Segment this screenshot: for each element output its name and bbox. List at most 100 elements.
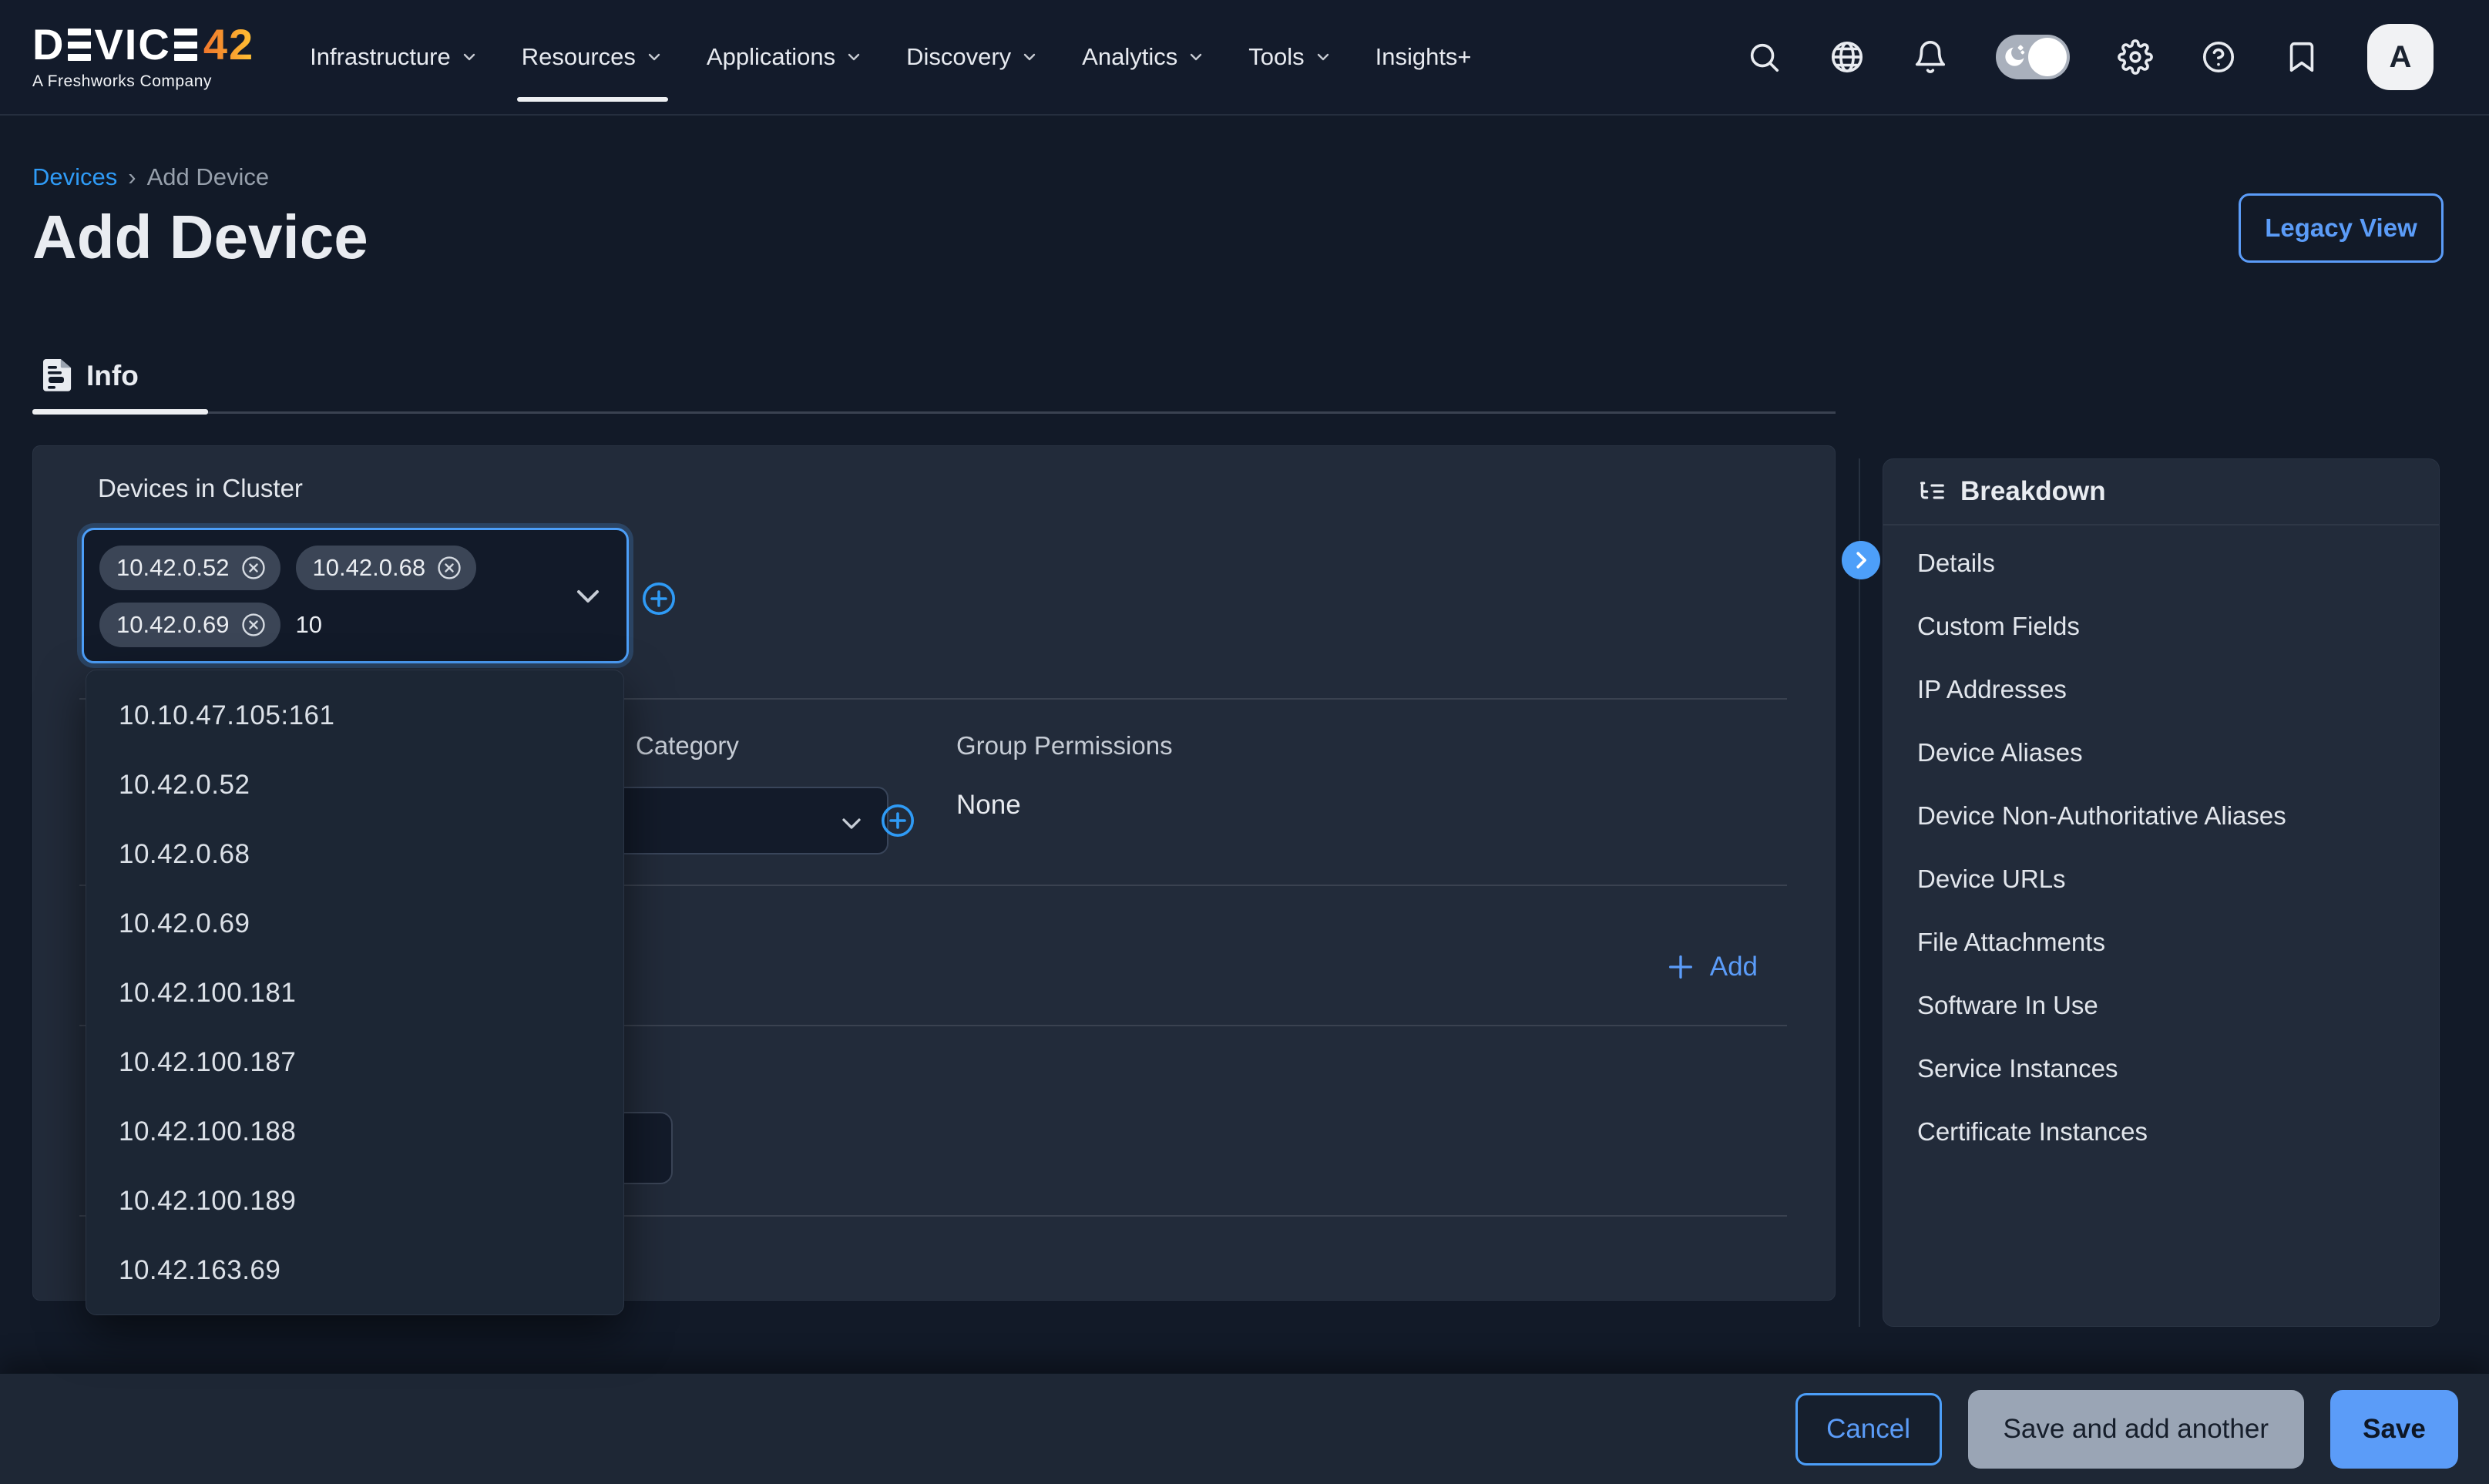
bookmark-icon[interactable] xyxy=(2284,39,2319,75)
cluster-chip: 10.42.0.68 xyxy=(296,546,477,590)
dropdown-option-label: 10.10.47.105:161 xyxy=(119,700,334,731)
breakdown-item[interactable]: File Attachments xyxy=(1883,911,2439,974)
dropdown-option-label: 10.42.0.52 xyxy=(119,770,250,801)
breakdown-list: Details Custom Fields IP Addresses Devic… xyxy=(1883,525,2439,1170)
tab-row-divider xyxy=(32,411,1836,414)
nav-item[interactable]: Applications xyxy=(685,0,885,114)
chevron-down-icon xyxy=(1314,48,1332,66)
add-category-plus-icon[interactable] xyxy=(879,802,916,839)
dropdown-option[interactable]: 10.42.100.181 xyxy=(86,959,623,1028)
dropdown-option[interactable]: 10.42.163.69 xyxy=(86,1236,623,1305)
nav-item-label: Discovery xyxy=(906,43,1011,71)
cluster-chip: 10.42.0.69 xyxy=(99,603,280,647)
nav-item-label: Tools xyxy=(1248,43,1304,71)
nav-item[interactable]: Analytics xyxy=(1060,0,1227,114)
cluster-typed-value[interactable]: 10 xyxy=(296,611,322,639)
dropdown-option[interactable]: 10.42.100.189 xyxy=(86,1167,623,1236)
form-action-bar: Cancel Save and add another Save xyxy=(0,1373,2489,1484)
dropdown-option[interactable]: 10.42.0.69 xyxy=(86,889,623,959)
user-avatar[interactable]: A xyxy=(2367,24,2434,90)
dropdown-option-label: 10.42.100.181 xyxy=(119,978,296,1009)
breakdown-item-label: Service Instances xyxy=(1917,1054,2118,1083)
breakdown-item[interactable]: Details xyxy=(1883,532,2439,595)
add-row-button[interactable]: Add xyxy=(1665,952,1758,982)
top-navigation-bar: DVIC42 A Freshworks Company Infrastructu… xyxy=(0,0,2489,116)
breadcrumb: Devices › Add Device xyxy=(32,163,269,191)
breakdown-item[interactable]: Service Instances xyxy=(1883,1037,2439,1100)
devices-in-cluster-multiselect[interactable]: 10.42.0.52 10.42.0.68 10.42.0.69 xyxy=(82,528,629,663)
dropdown-option-label: 10.42.163.69 xyxy=(119,1255,280,1286)
nav-item[interactable]: Insights+ xyxy=(1354,0,1493,114)
breakdown-title: Breakdown xyxy=(1960,476,2106,507)
cluster-chip-label: 10.42.0.69 xyxy=(116,611,230,639)
multiselect-chevron-down-icon[interactable] xyxy=(569,578,606,615)
list-tree-icon xyxy=(1917,477,1947,506)
logo-subtitle: A Freshworks Company xyxy=(32,72,254,91)
save-button[interactable]: Save xyxy=(2330,1390,2458,1469)
page-title: Add Device xyxy=(32,202,368,273)
add-cluster-device-plus-icon[interactable] xyxy=(640,580,677,617)
dropdown-option-label: 10.42.0.69 xyxy=(119,908,250,939)
chip-remove-icon[interactable] xyxy=(240,555,267,581)
cluster-options-dropdown: 10.10.47.105:161 10.42.0.52 10.42.0.68 1… xyxy=(86,670,624,1315)
breakdown-item[interactable]: Device Aliases xyxy=(1883,721,2439,784)
chip-remove-icon[interactable] xyxy=(436,555,462,581)
logo-e-glyph xyxy=(174,29,197,61)
breakdown-item[interactable]: Software In Use xyxy=(1883,974,2439,1037)
breakdown-item[interactable]: Certificate Instances xyxy=(1883,1100,2439,1163)
help-icon[interactable] xyxy=(2201,39,2236,75)
legacy-view-button[interactable]: Legacy View xyxy=(2239,193,2444,263)
breakdown-item-label: Device Aliases xyxy=(1917,738,2083,767)
logo-e-glyph xyxy=(68,29,91,61)
theme-toggle[interactable] xyxy=(1996,35,2070,79)
globe-icon[interactable] xyxy=(1829,39,1865,75)
chevron-down-icon xyxy=(1020,48,1039,66)
notifications-bell-icon[interactable] xyxy=(1913,39,1948,75)
cancel-button[interactable]: Cancel xyxy=(1795,1393,1942,1466)
plus-icon xyxy=(1665,952,1696,982)
chip-remove-icon[interactable] xyxy=(240,612,267,638)
cluster-chip-rows: 10.42.0.52 10.42.0.68 10.42.0.69 xyxy=(99,546,573,647)
add-row-label: Add xyxy=(1710,952,1758,982)
topbar-actions: A xyxy=(1746,24,2434,90)
tab-info[interactable]: Info xyxy=(32,339,162,413)
settings-gear-icon[interactable] xyxy=(2118,39,2153,75)
dropdown-option[interactable]: 10.42.0.68 xyxy=(86,820,623,889)
breakdown-item-label: Custom Fields xyxy=(1917,612,2080,641)
breakdown-item[interactable]: IP Addresses xyxy=(1883,658,2439,721)
category-label: Category xyxy=(636,731,739,760)
breakdown-item-label: Certificate Instances xyxy=(1917,1117,2148,1147)
nav-item[interactable]: Tools xyxy=(1227,0,1353,114)
breadcrumb-separator: › xyxy=(128,163,136,191)
breakdown-item-label: Details xyxy=(1917,549,1995,578)
breakdown-item[interactable]: Custom Fields xyxy=(1883,595,2439,658)
dropdown-option-label: 10.42.0.68 xyxy=(119,839,250,870)
nav-item[interactable]: Resources xyxy=(500,0,685,114)
breadcrumb-current: Add Device xyxy=(147,163,270,191)
dropdown-option[interactable]: 10.10.47.105:161 xyxy=(86,681,623,750)
panel-split-line xyxy=(1859,458,1860,1327)
moon-icon xyxy=(2002,43,2028,69)
chevron-right-icon xyxy=(1849,549,1873,572)
group-permissions-label: Group Permissions xyxy=(956,731,1173,760)
breakdown-item[interactable]: Device Non-Authoritative Aliases xyxy=(1883,784,2439,848)
cluster-chip-label: 10.42.0.68 xyxy=(313,554,426,582)
search-icon[interactable] xyxy=(1746,39,1782,75)
breakdown-item-label: Device URLs xyxy=(1917,865,2066,894)
dropdown-option[interactable]: 10.42.100.187 xyxy=(86,1028,623,1097)
device42-logo[interactable]: DVIC42 A Freshworks Company xyxy=(32,23,254,91)
dropdown-option[interactable]: 10.42.0.52 xyxy=(86,750,623,820)
tab-active-underline xyxy=(32,409,208,415)
chevron-down-icon xyxy=(645,48,663,66)
nav-item[interactable]: Infrastructure xyxy=(288,0,500,114)
nav-item[interactable]: Discovery xyxy=(885,0,1060,114)
breakdown-panel: Breakdown Details Custom Fields IP Addre… xyxy=(1883,458,2440,1327)
dropdown-option[interactable]: 10.42.100.188 xyxy=(86,1097,623,1167)
breakdown-item[interactable]: Device URLs xyxy=(1883,848,2439,911)
breadcrumb-devices-link[interactable]: Devices xyxy=(32,163,117,191)
save-and-add-another-button[interactable]: Save and add another xyxy=(1968,1390,2304,1469)
collapse-sidebar-button[interactable] xyxy=(1842,541,1880,579)
dropdown-option-label: 10.42.100.188 xyxy=(119,1116,296,1147)
nav-item-label: Resources xyxy=(522,43,636,71)
group-permissions-value: None xyxy=(956,790,1021,821)
